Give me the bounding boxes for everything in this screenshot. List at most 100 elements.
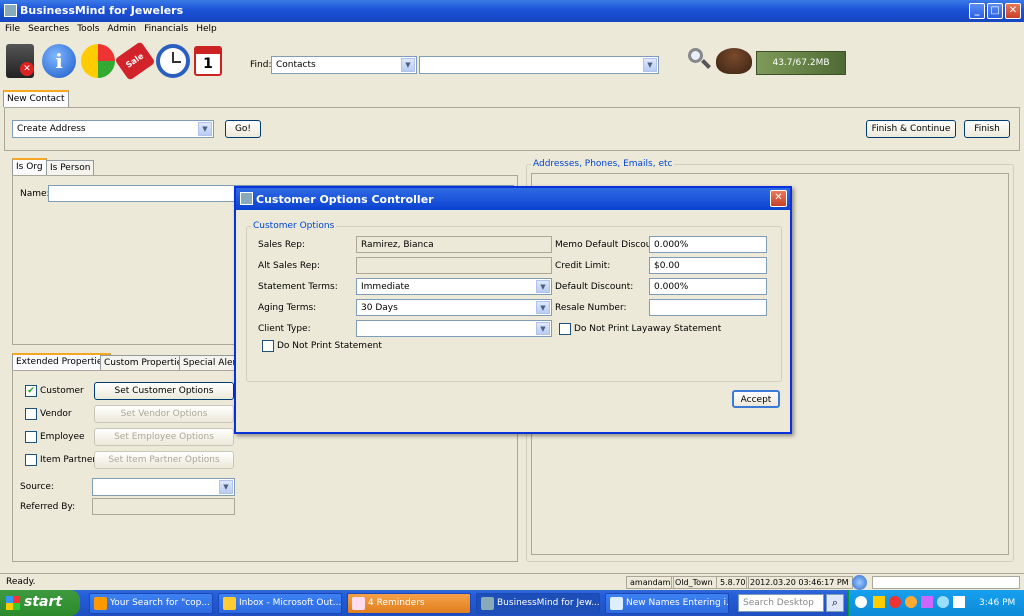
tray-clock: 3:46 PM [979,598,1016,608]
search-desktop-input[interactable]: Search Desktop [738,594,824,612]
search-icon[interactable]: ⌕ [826,594,844,612]
task-label: Your Search for "cop... [110,598,210,608]
menu-help[interactable]: Help [191,22,220,34]
memo-discount-label: Memo Default Discount: [555,240,664,250]
status-datetime: 2012.03.20 03:46:17 PM [746,576,853,589]
referred-by-field[interactable] [92,498,235,515]
document-icon [610,597,623,610]
info-icon[interactable]: i [42,44,76,78]
task-label: Inbox - Microsoft Out... [239,598,342,608]
tab-extended-properties[interactable]: Extended Properties [12,353,112,370]
search-icon[interactable] [688,48,711,70]
finish-button[interactable]: Finish [964,120,1010,138]
do-not-print-layaway-label: Do Not Print Layaway Statement [574,324,722,334]
credit-limit-label: Credit Limit: [555,261,611,271]
menu-tools[interactable]: Tools [72,22,102,34]
dialog-close-icon[interactable]: ✕ [770,190,787,207]
tab-is-person[interactable]: Is Person [46,160,95,175]
status-user: amandam [626,576,675,589]
tray-update-icon[interactable] [905,596,917,608]
do-not-print-layaway-checkbox[interactable] [559,323,571,335]
default-discount-label: Default Discount: [555,282,634,292]
menu-searches[interactable]: Searches [23,22,72,34]
go-button[interactable]: Go! [225,120,261,138]
find-value-select[interactable]: ▼ [419,56,659,74]
resale-number-field[interactable] [649,299,767,316]
accept-button[interactable]: Accept [732,390,780,408]
item-partner-label: Item Partner [40,455,97,465]
aging-terms-select[interactable]: 30 Days ▼ [356,299,552,316]
sales-rep-label: Sales Rep: [258,240,305,250]
task-new-names[interactable]: New Names Entering i... [605,593,729,614]
aging-terms-value: 30 Days [361,303,398,313]
exit-icon[interactable]: ✕ [6,44,34,78]
statement-terms-select[interactable]: Immediate ▼ [356,278,552,295]
maximize-button[interactable]: □ [987,3,1003,19]
tab-is-org[interactable]: Is Org [12,158,47,175]
dialog-title-bar[interactable]: Customer Options Controller ✕ [236,188,790,210]
network-globe-icon[interactable] [852,575,867,590]
chevron-down-icon[interactable]: ▼ [536,322,550,335]
set-employee-options-button[interactable]: Set Employee Options [94,428,234,446]
clock-icon[interactable] [156,44,190,78]
set-item-partner-options-button[interactable]: Set Item Partner Options [94,451,234,469]
chevron-down-icon[interactable]: ▼ [536,280,550,293]
chevron-down-icon[interactable]: ▼ [401,58,415,72]
windows-logo-icon [6,596,20,610]
tray-arrow-icon[interactable] [855,596,867,608]
chevron-down-icon[interactable]: ▼ [198,122,212,136]
find-type-select[interactable]: Contacts ▼ [271,56,417,74]
default-discount-field[interactable]: 0.000% [649,278,767,295]
finish-continue-button[interactable]: Finish & Continue [866,120,956,138]
task-search-browser[interactable]: Your Search for "cop... [89,593,213,614]
tab-new-contact[interactable]: New Contact [3,90,69,107]
memo-discount-field[interactable]: 0.000% [649,236,767,253]
close-button[interactable]: ✕ [1005,3,1021,19]
browser-icon [94,597,107,610]
customer-checkbox[interactable]: ✔ [25,385,37,397]
chevron-down-icon[interactable]: ▼ [643,58,657,72]
vendor-checkbox[interactable] [25,408,37,420]
task-businessmind[interactable]: BusinessMind for Jew... [476,593,600,614]
window-title-bar[interactable]: BusinessMind for Jewelers _ □ ✕ [0,0,1024,22]
action-select[interactable]: Create Address ▼ [12,120,214,138]
client-type-label: Client Type: [258,324,311,334]
alt-sales-rep-field[interactable] [356,257,552,274]
statement-terms-label: Statement Terms: [258,282,338,292]
chevron-down-icon[interactable]: ▼ [536,301,550,314]
status-location: Old_Town [671,576,717,589]
set-vendor-options-button[interactable]: Set Vendor Options [94,405,234,423]
credit-limit-field[interactable]: $0.00 [649,257,767,274]
task-reminders[interactable]: 4 Reminders [347,593,471,614]
employee-checkbox[interactable] [25,431,37,443]
status-field[interactable] [872,576,1020,589]
action-value: Create Address [17,124,86,134]
set-customer-options-button[interactable]: Set Customer Options [94,382,234,400]
tab-custom-properties[interactable]: Custom Properties [100,355,191,370]
find-label: Find: [250,60,272,70]
tray-app-icon[interactable] [921,596,933,608]
dialog-app-icon [240,192,253,205]
tray-mail-icon[interactable] [873,596,885,608]
tray-antivirus-icon[interactable] [889,596,901,608]
menu-bar: File Searches Tools Admin Financials Help [0,22,1024,38]
start-button[interactable]: start [0,590,80,616]
chevron-down-icon[interactable]: ▼ [219,480,233,494]
vendor-label: Vendor [40,409,72,419]
detective-hat-icon[interactable] [716,48,752,74]
memory-indicator: 43.7/67.2MB [756,51,846,75]
source-select[interactable]: ▼ [92,478,235,496]
do-not-print-statement-checkbox[interactable] [262,340,274,352]
menu-financials[interactable]: Financials [139,22,191,34]
item-partner-checkbox[interactable] [25,454,37,466]
task-outlook[interactable]: Inbox - Microsoft Out... [218,593,342,614]
menu-admin[interactable]: Admin [102,22,139,34]
calendar-icon[interactable]: 1 [194,46,222,76]
sales-rep-field[interactable]: Ramirez, Bianca [356,236,552,253]
menu-file[interactable]: File [0,22,23,34]
chart-icon[interactable] [81,44,115,78]
tray-network-icon[interactable] [937,596,949,608]
tray-volume-icon[interactable] [953,596,965,608]
client-type-select[interactable]: ▼ [356,320,552,337]
minimize-button[interactable]: _ [969,3,985,19]
